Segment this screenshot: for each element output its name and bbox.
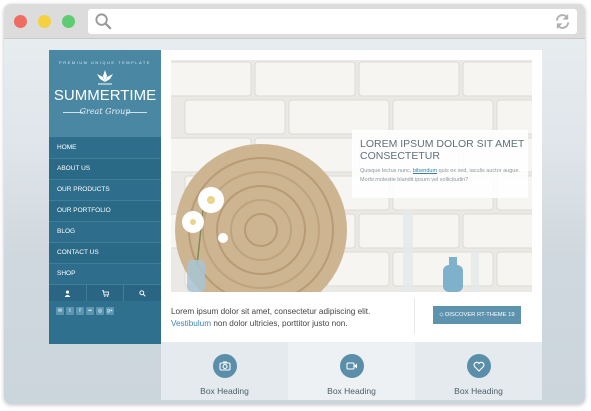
cart-button[interactable]: [87, 285, 125, 301]
camera-icon: [212, 354, 237, 378]
dribbble-icon[interactable]: ◎: [96, 307, 104, 315]
nav-item-contact-us[interactable]: CONTACT US: [49, 243, 161, 264]
nav-item-our-portfolio[interactable]: OUR PORTFOLIO: [49, 201, 161, 222]
browser-titlebar: [4, 4, 585, 39]
search-icon: [139, 289, 146, 297]
slider-caption: LOREM IPSUM DOLOR SIT AMET CONSECTETUR Q…: [352, 130, 528, 198]
intro-text: Lorem ipsum dolor sit amet, consectetur …: [171, 306, 401, 330]
user-button[interactable]: [49, 285, 87, 301]
sidebar-tools: [49, 285, 161, 301]
box-heading: Box Heading: [454, 386, 503, 396]
heart-icon: [466, 354, 491, 378]
mail-icon[interactable]: ✉: [56, 307, 64, 315]
close-window-button[interactable]: [14, 15, 27, 28]
feature-box[interactable]: Box Heading: [415, 342, 542, 400]
search-icon[interactable]: [94, 12, 113, 31]
nav-item-blog[interactable]: BLOG: [49, 222, 161, 243]
facebook-icon[interactable]: f: [76, 307, 84, 315]
logo-tagline: PREMIUM UNIQUE TEMPLATE: [59, 60, 151, 65]
nav-item-shop[interactable]: SHOP: [49, 264, 161, 285]
slider-link[interactable]: bibendum: [413, 168, 437, 174]
refresh-icon[interactable]: [553, 12, 572, 31]
social-links: ✉ t f •• ◎ g+: [56, 307, 114, 315]
box-heading: Box Heading: [200, 386, 249, 396]
feature-box[interactable]: Box Heading: [288, 342, 415, 400]
flickr-icon[interactable]: ••: [86, 307, 94, 315]
cart-icon: [101, 289, 109, 297]
content-divider: [414, 298, 415, 334]
box-heading: Box Heading: [327, 386, 376, 396]
logo-divider: [127, 112, 147, 113]
nav-item-about-us[interactable]: ABOUT US: [49, 159, 161, 180]
minimize-window-button[interactable]: [38, 15, 51, 28]
google-plus-icon[interactable]: g+: [106, 307, 114, 315]
nav-item-home[interactable]: HOME: [49, 138, 161, 159]
feature-boxes: Box Heading Box Heading Box Heading: [161, 342, 542, 400]
feature-box[interactable]: Box Heading: [161, 342, 288, 400]
main-content: LOREM IPSUM DOLOR SIT AMET CONSECTETUR Q…: [161, 50, 542, 342]
main-navigation: HOME ABOUT US OUR PRODUCTS OUR PORTFOLIO…: [49, 138, 161, 285]
discover-button[interactable]: ⬦ DISCOVER RT-THEME 19: [433, 306, 521, 324]
intro-line: Lorem ipsum dolor sit amet, consectetur …: [171, 307, 371, 316]
intro-link[interactable]: Vestibulum: [171, 319, 211, 328]
sidebar: PREMIUM UNIQUE TEMPLATE SUMMERTIME Great…: [49, 50, 161, 344]
nav-item-our-products[interactable]: OUR PRODUCTS: [49, 180, 161, 201]
user-icon: [64, 290, 71, 297]
video-icon: [339, 354, 364, 378]
logo-title: SUMMERTIME: [53, 87, 157, 104]
maximize-window-button[interactable]: [62, 15, 75, 28]
intro-line-rest: non dolor ultricies, porttitor justo non…: [213, 319, 348, 328]
sidebar-search-button[interactable]: [124, 285, 161, 301]
logo-flower-icon: [97, 70, 113, 85]
slider-title: LOREM IPSUM DOLOR SIT AMET CONSECTETUR: [360, 138, 525, 162]
address-bar[interactable]: [88, 9, 577, 34]
discover-button-label: DISCOVER RT-THEME 19: [445, 312, 515, 318]
twitter-icon[interactable]: t: [66, 307, 74, 315]
logo[interactable]: PREMIUM UNIQUE TEMPLATE SUMMERTIME Great…: [49, 50, 161, 137]
slider-text: Quisque lectus nunc, bibendum quis ex se…: [360, 167, 525, 185]
slider-text-before: Quisque lectus nunc,: [360, 168, 412, 174]
hero-slider[interactable]: LOREM IPSUM DOLOR SIT AMET CONSECTETUR Q…: [171, 60, 532, 292]
